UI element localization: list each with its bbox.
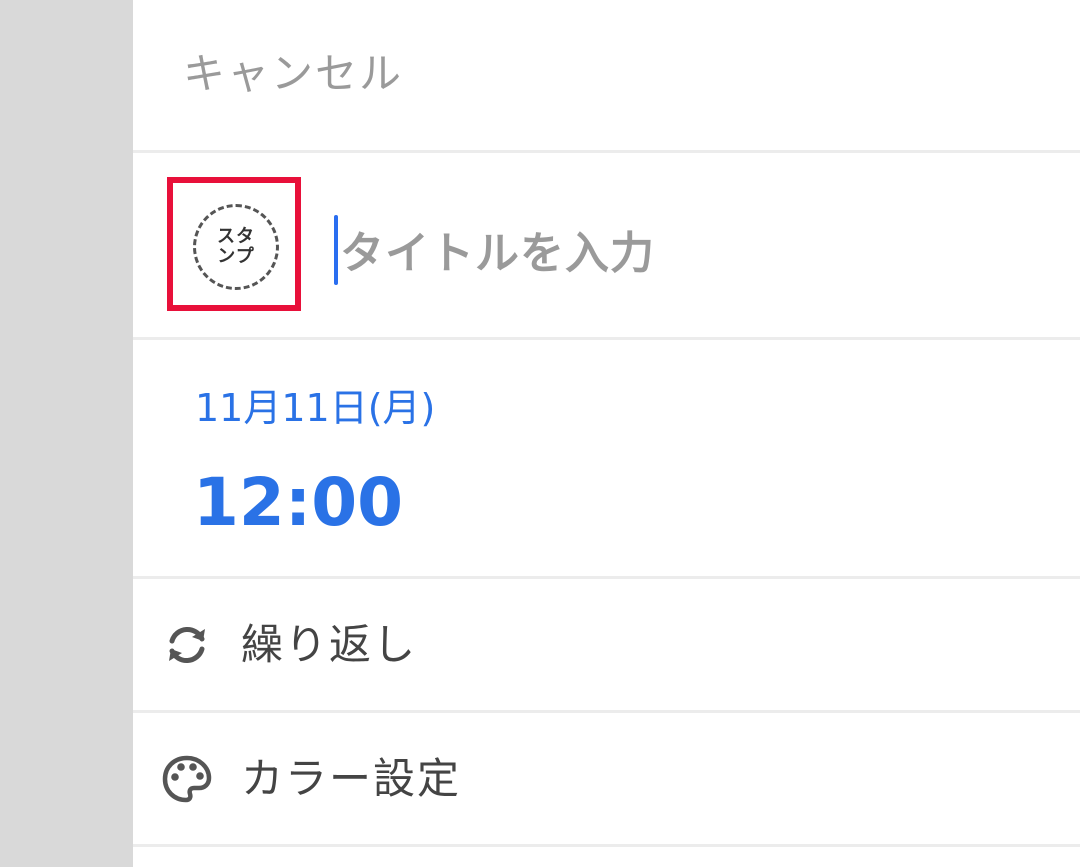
event-edit-panel: キャンセル スタ ンプ 11月11日(月) 12:00 繰り返し カ [133,0,1080,867]
date-selector[interactable]: 11月11日(月) [195,380,435,436]
repeat-menu-item[interactable]: 繰り返し [133,580,1080,710]
divider [133,710,1080,713]
title-input[interactable] [340,218,1040,288]
stamp-label-line1: スタ [217,226,255,247]
repeat-icon [169,627,205,663]
palette-icon [162,755,212,803]
time-selector[interactable]: 12:00 [193,463,403,543]
divider [133,576,1080,579]
color-setting-menu-item[interactable]: カラー設定 [133,714,1080,844]
stamp-label-line2: ンプ [217,246,255,267]
stamp-highlight-frame: スタ ンプ [167,177,301,311]
repeat-label: 繰り返し [241,620,418,669]
background-sidebar [0,0,133,867]
divider [133,337,1080,340]
divider [133,150,1080,153]
color-setting-label: カラー設定 [241,754,462,803]
cancel-button[interactable]: キャンセル [183,44,403,104]
stamp-button[interactable]: スタ ンプ [193,204,279,290]
text-caret [334,215,338,285]
divider [133,844,1080,847]
